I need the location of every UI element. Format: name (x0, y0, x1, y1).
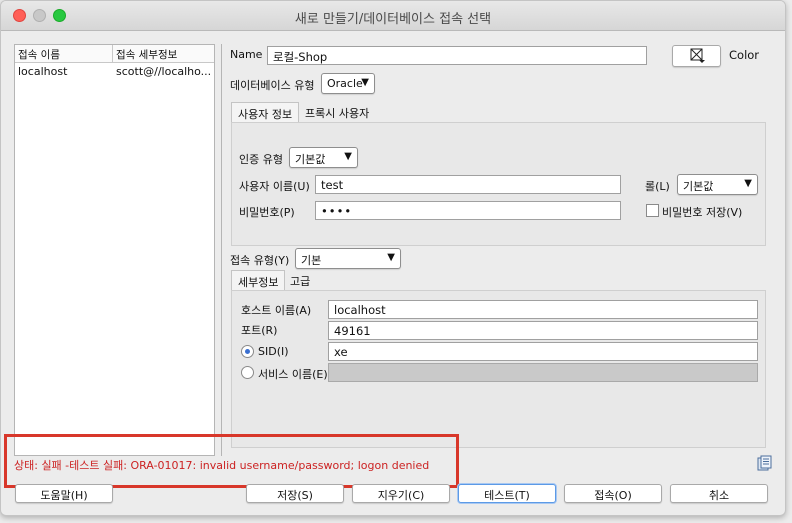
save-password-checkbox[interactable] (646, 204, 659, 217)
window-title: 새로 만들기/데이터베이스 접속 선택 (294, 12, 492, 27)
tab-advanced[interactable]: 고급 (284, 270, 316, 290)
tab-details[interactable]: 세부정보 (231, 270, 286, 290)
service-name-label: 서비스 이름(E) (258, 368, 328, 381)
connection-details: scott@//localho... (116, 65, 212, 78)
connection-row[interactable]: localhost scott@//localho... (15, 63, 214, 81)
column-header-details[interactable]: 접속 세부정보 (113, 45, 180, 62)
role-value: 기본값 (683, 180, 714, 193)
host-input[interactable]: localhost (328, 300, 758, 319)
auth-type-label: 인증 유형 (239, 153, 283, 166)
connection-type-select[interactable]: 기본 ▼ (295, 248, 401, 269)
color-label: Color (729, 48, 760, 62)
save-password-label: 비밀번호 저장(V) (662, 206, 743, 219)
save-button[interactable]: 저장(S) (246, 484, 344, 503)
clear-button[interactable]: 지우기(C) (352, 484, 450, 503)
auth-type-select[interactable]: 기본값 ▼ (289, 147, 358, 168)
test-button[interactable]: 테스트(T) (458, 484, 556, 503)
role-select[interactable]: 기본값 ▼ (677, 174, 758, 195)
connection-list-header: 접속 이름 접속 세부정보 (15, 45, 214, 63)
connection-name: localhost (18, 65, 68, 78)
chevron-down-icon: ▼ (387, 252, 395, 263)
tab-user-info[interactable]: 사용자 정보 (231, 102, 300, 122)
port-input[interactable]: 49161 (328, 321, 758, 340)
chevron-down-icon: ▼ (344, 151, 352, 162)
db-type-select[interactable]: Oracle ▼ (321, 73, 375, 94)
auth-type-value: 기본값 (295, 153, 326, 166)
service-name-input[interactable] (328, 363, 758, 382)
username-label: 사용자 이름(U) (239, 180, 310, 193)
color-picker-icon (690, 48, 705, 63)
db-type-value: Oracle (327, 77, 363, 90)
host-label: 호스트 이름(A) (241, 304, 312, 317)
sid-label: SID(I) (258, 345, 289, 358)
status-highlight-box (4, 434, 459, 488)
cancel-button[interactable]: 취소 (670, 484, 768, 503)
panel-splitter[interactable] (221, 44, 222, 456)
port-label: 포트(R) (241, 324, 278, 337)
sid-input[interactable]: xe (328, 342, 758, 361)
title-bar: 새로 만들기/데이터베이스 접속 선택 (1, 1, 785, 31)
color-button[interactable] (672, 45, 721, 67)
help-button[interactable]: 도움말(H) (15, 484, 113, 503)
column-header-name[interactable]: 접속 이름 (15, 45, 113, 62)
password-input[interactable]: •••• (315, 201, 621, 220)
username-input[interactable]: test (315, 175, 621, 194)
connection-type-label: 접속 유형(Y) (230, 254, 290, 267)
name-label: Name (230, 48, 263, 61)
copy-log-icon[interactable] (757, 455, 773, 471)
password-label: 비밀번호(P) (239, 206, 295, 219)
role-label: 롤(L) (645, 180, 670, 193)
connect-button[interactable]: 접속(O) (564, 484, 662, 503)
chevron-down-icon: ▼ (361, 77, 369, 88)
db-type-label: 데이터베이스 유형 (230, 79, 315, 92)
chevron-down-icon: ▼ (744, 178, 752, 189)
service-name-radio[interactable] (241, 366, 254, 379)
new-connection-dialog: 새로 만들기/데이터베이스 접속 선택 접속 이름 접속 세부정보 localh… (0, 0, 786, 516)
connection-type-value: 기본 (301, 254, 322, 267)
name-input[interactable]: 로컬-Shop (267, 46, 647, 65)
sid-radio[interactable] (241, 345, 254, 358)
connection-list[interactable]: 접속 이름 접속 세부정보 localhost scott@//localho.… (14, 44, 215, 456)
tab-proxy-user[interactable]: 프록시 사용자 (299, 102, 375, 122)
